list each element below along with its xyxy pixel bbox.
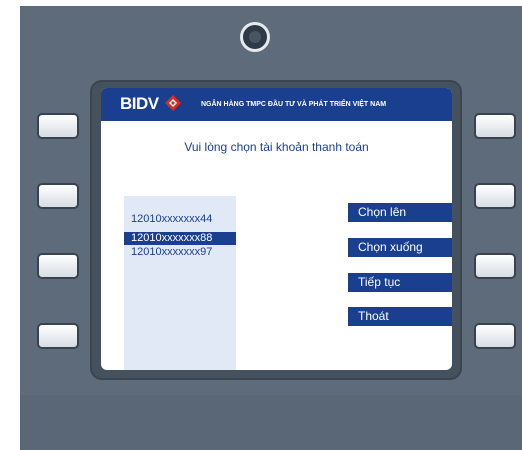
- exit-button[interactable]: Thoát: [348, 307, 452, 326]
- right-function-key-4[interactable]: [474, 323, 516, 349]
- atm-screen: BIDV NGÂN HÀNG TMPC ĐẦU TƯ VÀ PHÁT TRIỂN…: [101, 88, 452, 370]
- account-item[interactable]: 12010xxxxxxx44: [124, 213, 236, 226]
- account-item[interactable]: 12010xxxxxxx97: [124, 246, 236, 259]
- right-function-key-3[interactable]: [474, 253, 516, 279]
- continue-button[interactable]: Tiếp tục: [348, 273, 452, 292]
- right-function-key-1[interactable]: [474, 113, 516, 139]
- bank-logo-text: BIDV: [120, 94, 159, 113]
- bidv-diamond-logo-icon: [165, 95, 181, 111]
- bank-name: NGÂN HÀNG TMPC ĐẦU TƯ VÀ PHÁT TRIỂN VIỆT…: [201, 101, 387, 108]
- account-list: 12010xxxxxxx44 12010xxxxxxx88 12010xxxxx…: [124, 196, 236, 370]
- prompt-text: Vui lòng chọn tài khoản thanh toán: [184, 140, 369, 154]
- account-item-selected[interactable]: 12010xxxxxxx88: [124, 232, 236, 245]
- left-function-key-1[interactable]: [37, 113, 79, 139]
- bank-header: BIDV NGÂN HÀNG TMPC ĐẦU TƯ VÀ PHÁT TRIỂN…: [101, 88, 452, 121]
- camera-icon: [240, 22, 270, 52]
- select-down-button[interactable]: Chọn xuống: [348, 238, 452, 257]
- select-up-button[interactable]: Chọn lên: [348, 203, 452, 222]
- right-function-key-2[interactable]: [474, 183, 516, 209]
- atm-lower-panel: [20, 395, 522, 450]
- left-function-key-3[interactable]: [37, 253, 79, 279]
- left-function-key-2[interactable]: [37, 183, 79, 209]
- left-function-key-4[interactable]: [37, 323, 79, 349]
